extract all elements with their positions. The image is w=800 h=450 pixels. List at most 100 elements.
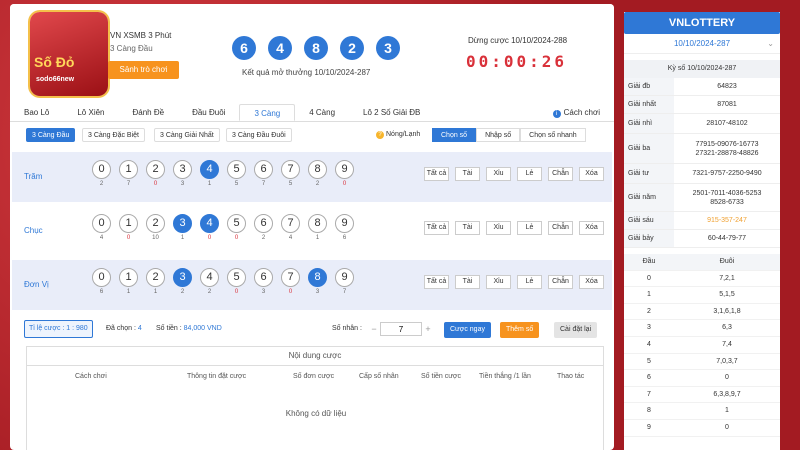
decrement-button[interactable]: − — [368, 322, 380, 336]
digit-ball[interactable]: 3 — [173, 214, 192, 233]
miss-count: 0 — [288, 289, 293, 295]
tab-3-cang[interactable]: 3 Càng — [239, 104, 296, 121]
digit-ball[interactable]: 8 — [308, 160, 327, 179]
tab-4-cang[interactable]: 4 Càng — [295, 104, 349, 121]
increment-button[interactable]: + — [422, 322, 434, 336]
tab-danh-de[interactable]: Đánh Đề — [119, 104, 179, 121]
digit-ball[interactable]: 1 — [119, 214, 138, 233]
digit-ball[interactable]: 9 — [335, 214, 354, 233]
subtab-3-cang-dac-biet[interactable]: 3 Càng Đặc Biệt — [82, 128, 145, 142]
digit-ball[interactable]: 8 — [308, 214, 327, 233]
filter-button[interactable]: Tất cả — [424, 221, 449, 235]
digit-cell: 50 — [227, 214, 246, 241]
digit-ball[interactable]: 9 — [335, 160, 354, 179]
digit-ball[interactable]: 5 — [227, 160, 246, 179]
quick-filters: Tất cả Tài Xỉu Lẻ Chẵn Xóa — [424, 221, 604, 235]
head-digit: 4 — [647, 340, 651, 348]
digit-ball[interactable]: 1 — [119, 160, 138, 179]
tab-bao-lo[interactable]: Bao Lô — [10, 104, 63, 121]
draw-period-title: Kỳ số 10/10/2024-287 — [624, 60, 780, 78]
prize-row: Giải nhất 87081 — [624, 96, 780, 114]
mode-enter-number[interactable]: Nhập số — [476, 128, 521, 142]
prize-name: Giải nhất — [624, 96, 674, 113]
draw-select[interactable]: 10/10/2024-287 ⌄ — [624, 34, 780, 54]
bet-now-button[interactable]: Cược ngay — [444, 322, 491, 338]
filter-button[interactable]: Xóa — [579, 275, 604, 289]
digit-ball[interactable]: 2 — [146, 214, 165, 233]
digit-ball[interactable]: 4 — [200, 268, 219, 287]
digit-ball[interactable]: 5 — [227, 268, 246, 287]
filter-button[interactable]: Xóa — [579, 167, 604, 181]
input-modes: Chọn số Nhập số Chọn số nhanh — [432, 128, 586, 142]
table-row: 5 7,0,3,7 — [624, 354, 780, 371]
filter-button[interactable]: Tài — [455, 221, 480, 235]
hot-cold-toggle[interactable]: ? Nóng/Lạnh — [376, 128, 420, 142]
prize-value: 60-44-79-77 — [707, 235, 747, 242]
tab-lo-xien[interactable]: Lô Xiên — [63, 104, 118, 121]
digit-ball[interactable]: 7 — [281, 268, 300, 287]
digit-ball[interactable]: 8 — [308, 268, 327, 287]
prize-name: Giải sáu — [624, 212, 674, 229]
result-ball: 2 — [340, 36, 364, 60]
miss-count: 5 — [288, 181, 293, 187]
digit-cell: 31 — [173, 214, 192, 241]
filter-button[interactable]: Lẻ — [517, 221, 542, 235]
filter-button[interactable]: Xỉu — [486, 221, 511, 235]
filter-button[interactable]: Tài — [455, 275, 480, 289]
digit-ball[interactable]: 3 — [173, 160, 192, 179]
mode-pick-number[interactable]: Chọn số — [432, 128, 477, 142]
add-number-button[interactable]: Thêm số — [500, 322, 540, 338]
digit-ball[interactable]: 6 — [254, 268, 273, 287]
digit-ball[interactable]: 2 — [146, 160, 165, 179]
odds-badge: Tỉ lệ cược : 1 : 980 — [24, 320, 93, 338]
digit-ball[interactable]: 9 — [335, 268, 354, 287]
subtab-3-cang-dau[interactable]: 3 Càng Đầu — [26, 128, 76, 142]
result-ball: 3 — [376, 36, 400, 60]
filter-button[interactable]: Tất cả — [424, 167, 449, 181]
digit-ball[interactable]: 7 — [281, 214, 300, 233]
miss-count: 0 — [234, 235, 239, 241]
filter-button[interactable]: Xỉu — [486, 275, 511, 289]
prize-value: 7321-9757-2250-9490 — [692, 170, 762, 177]
filter-button[interactable]: Tài — [455, 167, 480, 181]
digit-ball[interactable]: 0 — [92, 160, 111, 179]
subtab-3-cang-giai-nhat[interactable]: 3 Càng Giải Nhất — [154, 128, 220, 142]
filter-button[interactable]: Lẻ — [517, 275, 542, 289]
filter-button[interactable]: Lẻ — [517, 167, 542, 181]
multiplier-label: Số nhân : — [332, 325, 362, 332]
tab-dau-duoi[interactable]: Đầu Đuôi — [178, 104, 239, 121]
table-row: 0 7,2,1 — [624, 271, 780, 288]
miss-count: 6 — [342, 235, 347, 241]
filter-button[interactable]: Tất cả — [424, 275, 449, 289]
miss-count: 3 — [261, 289, 266, 295]
digit-ball[interactable]: 2 — [146, 268, 165, 287]
tab-lo-2-so[interactable]: Lô 2 Số Giải ĐB — [349, 104, 434, 121]
digit-ball[interactable]: 4 — [200, 160, 219, 179]
prize-row: Giải tư 7321-9757-2250-9490 — [624, 164, 780, 184]
filter-button[interactable]: Xỉu — [486, 167, 511, 181]
subtab-3-cang-dau-duoi[interactable]: 3 Càng Đầu Đuôi — [226, 128, 292, 142]
digit-ball[interactable]: 3 — [173, 268, 192, 287]
digit-ball[interactable]: 6 — [254, 214, 273, 233]
how-to-play-link[interactable]: i Cách chơi — [552, 104, 600, 122]
brand-logo[interactable]: Số Đỏ sodo66new — [30, 12, 108, 96]
lobby-button[interactable]: Sảnh trò chơi — [108, 61, 179, 79]
filter-button[interactable]: Chẵn — [548, 167, 573, 181]
reset-button[interactable]: Cài đặt lại — [554, 322, 598, 338]
digit-cell: 02 — [92, 160, 111, 187]
head-digit: 5 — [647, 357, 651, 365]
mode-quick-pick[interactable]: Chọn số nhanh — [520, 128, 586, 142]
digit-ball[interactable]: 6 — [254, 160, 273, 179]
digit-ball[interactable]: 0 — [92, 214, 111, 233]
miss-count: 0 — [207, 235, 212, 241]
digit-ball[interactable]: 5 — [227, 214, 246, 233]
filter-button[interactable]: Chẵn — [548, 221, 573, 235]
digit-ball[interactable]: 4 — [200, 214, 219, 233]
multiplier-input[interactable] — [380, 322, 422, 336]
filter-button[interactable]: Xóa — [579, 221, 604, 235]
filter-button[interactable]: Chẵn — [548, 275, 573, 289]
game-header: Số Đỏ sodo66new VN XSMB 3 Phút 3 Càng Đầ… — [10, 4, 614, 96]
digit-ball[interactable]: 7 — [281, 160, 300, 179]
digit-ball[interactable]: 1 — [119, 268, 138, 287]
digit-ball[interactable]: 0 — [92, 268, 111, 287]
